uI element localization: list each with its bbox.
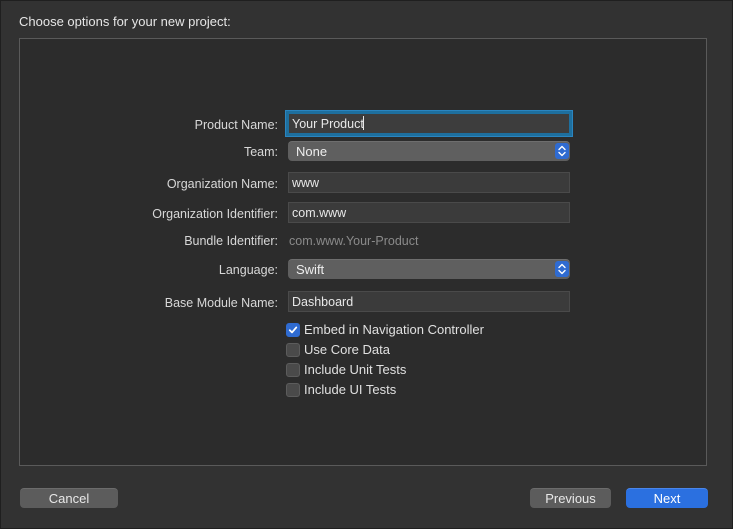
product-name-value: Your Product — [292, 117, 364, 131]
language-label: Language: — [218, 263, 278, 277]
page-title: Choose options for your new project: — [19, 14, 231, 29]
organization-identifier-label: Organization Identifier: — [152, 207, 278, 221]
cancel-button[interactable]: Cancel — [20, 488, 118, 508]
include-ui-tests-label: Include UI Tests — [304, 382, 397, 397]
organization-name-label: Organization Name: — [166, 177, 278, 191]
options-panel — [19, 38, 707, 466]
include-unit-tests-checkbox[interactable] — [286, 363, 300, 377]
use-core-data-label: Use Core Data — [304, 342, 390, 357]
product-name-label: Product Name: — [194, 118, 278, 132]
base-module-name-label: Base Module Name: — [164, 296, 278, 310]
previous-button[interactable]: Previous — [530, 488, 611, 508]
organization-name-field[interactable]: www — [288, 172, 570, 193]
chevron-up-down-icon — [555, 143, 569, 159]
bundle-identifier-label: Bundle Identifier: — [184, 234, 278, 248]
team-value: None — [296, 144, 328, 159]
language-popup[interactable]: Swift — [288, 259, 570, 279]
chevron-up-down-icon — [555, 261, 569, 277]
embed-navigation-controller-checkbox[interactable] — [286, 323, 300, 337]
team-label: Team: — [243, 145, 278, 159]
bundle-identifier-value: com.www.Your-Product — [289, 234, 419, 248]
next-button[interactable]: Next — [626, 488, 708, 508]
base-module-name-field[interactable]: Dashboard — [288, 291, 570, 312]
include-unit-tests-label: Include Unit Tests — [304, 362, 407, 377]
checkmark-icon — [288, 326, 298, 334]
organization-identifier-field[interactable]: com.www — [288, 202, 570, 223]
use-core-data-checkbox[interactable] — [286, 343, 300, 357]
include-ui-tests-checkbox[interactable] — [286, 383, 300, 397]
team-popup[interactable]: None — [288, 141, 570, 161]
product-name-field[interactable]: Your Product — [286, 111, 572, 136]
embed-navigation-controller-label: Embed in Navigation Controller — [304, 322, 484, 337]
text-caret — [362, 116, 364, 130]
language-value: Swift — [296, 262, 325, 277]
